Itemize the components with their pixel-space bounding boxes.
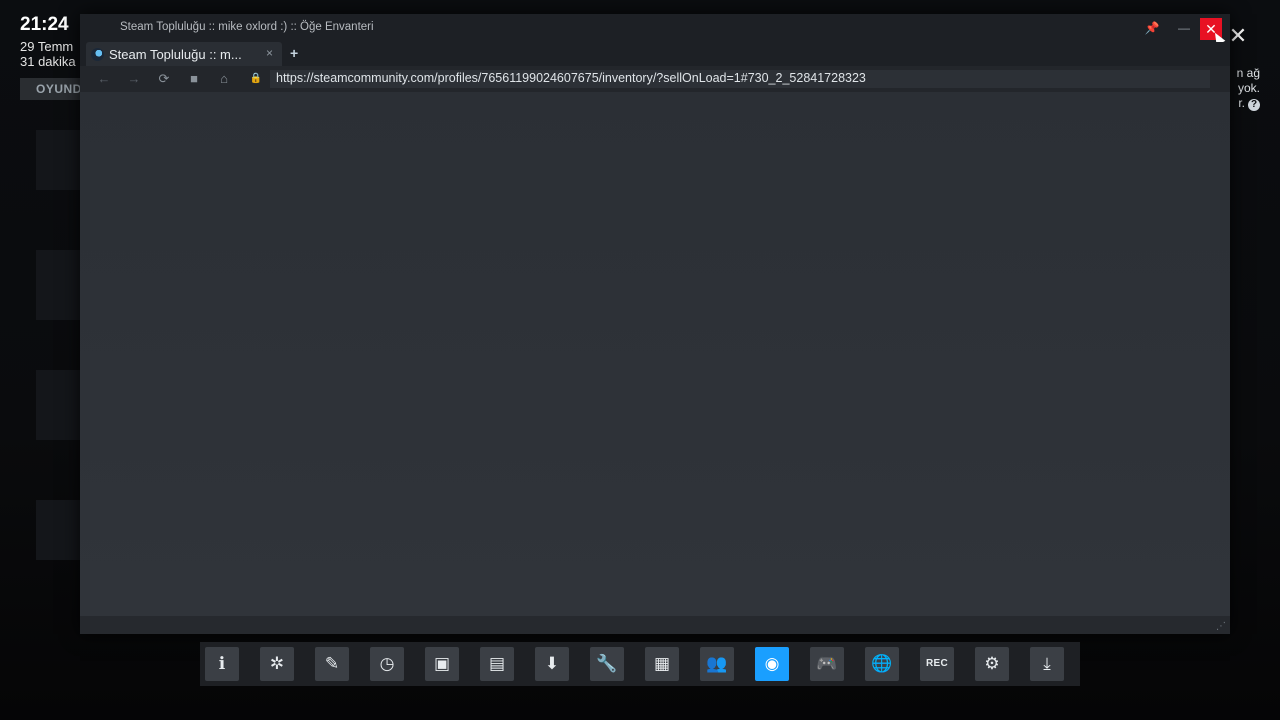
overlay-taskbar: ℹ ✲ ✎ ◷ ▣ ▤ ⬇ 🔧 ▦ 👥 ◉ 🎮 🌐 REC ⚙ ⤓ bbox=[200, 642, 1080, 686]
background-tile bbox=[36, 130, 82, 190]
tab-close-icon[interactable]: × bbox=[266, 46, 273, 60]
pin-icon[interactable]: 📌 bbox=[1140, 18, 1164, 38]
resize-grip-icon[interactable]: ⋰ bbox=[1216, 621, 1226, 632]
background-tile bbox=[36, 500, 82, 560]
browser-eye-icon[interactable]: ◉ bbox=[755, 647, 789, 681]
window-titlebar[interactable]: Steam Topluluğu :: mike oxlord :) :: Öğe… bbox=[80, 14, 1230, 46]
forward-arrow-icon[interactable]: → bbox=[125, 71, 143, 87]
overlay-network-text: n ağ bbox=[1236, 66, 1260, 80]
navigation-bar: ← → ⟳ ■ ⌂ 🔒 https://steamcommunity.com/p… bbox=[80, 66, 1230, 92]
achievements-icon[interactable]: ✲ bbox=[260, 647, 294, 681]
lock-icon: 🔒 bbox=[249, 73, 263, 84]
web-browser-window: Steam Topluluğu :: mike oxlord :) :: Öğe… bbox=[80, 14, 1230, 634]
minimize-button[interactable]: — bbox=[1172, 18, 1196, 38]
notes-icon[interactable]: ✎ bbox=[315, 647, 349, 681]
steam-logo-icon bbox=[91, 48, 104, 61]
guides-icon[interactable]: ▣ bbox=[425, 647, 459, 681]
tab-label: Steam Topluluğu :: m... bbox=[109, 47, 242, 62]
browser-tab[interactable]: Steam Topluluğu :: m... × bbox=[86, 42, 282, 66]
url-bar[interactable]: https://steamcommunity.com/profiles/7656… bbox=[270, 70, 1210, 88]
timer-icon[interactable]: ◷ bbox=[370, 647, 404, 681]
status-bar: ⋰ bbox=[80, 616, 1230, 634]
background-tile bbox=[36, 250, 82, 320]
friends-icon[interactable]: 👥 bbox=[700, 647, 734, 681]
chat-icon[interactable]: ▤ bbox=[480, 647, 514, 681]
overlay-network-text: yok. bbox=[1237, 81, 1260, 95]
new-tab-button[interactable]: + bbox=[290, 45, 298, 61]
info-icon[interactable]: ℹ bbox=[205, 647, 239, 681]
overlay-close-button[interactable]: ✕ bbox=[1228, 25, 1248, 47]
overlay-network-text-end: r. bbox=[1238, 96, 1245, 110]
back-arrow-icon[interactable]: ← bbox=[95, 71, 113, 87]
download-icon[interactable]: ⬇ bbox=[535, 647, 569, 681]
record-icon[interactable]: REC bbox=[920, 647, 954, 681]
overlay-clock: 21:24 bbox=[20, 14, 69, 35]
tab-bar: Steam Topluluğu :: m... × + bbox=[80, 42, 1230, 66]
tools-icon[interactable]: 🔧 bbox=[590, 647, 624, 681]
overlay-network-text: r.? bbox=[1238, 96, 1260, 111]
overlay-date: 29 Temm bbox=[20, 39, 74, 54]
reload-icon[interactable]: ⟳ bbox=[155, 71, 173, 87]
bookmark-icon[interactable]: ■ bbox=[185, 71, 203, 87]
home-icon[interactable]: ⌂ bbox=[215, 71, 233, 87]
window-title: Steam Topluluğu :: mike oxlord :) :: Öğe… bbox=[120, 21, 374, 33]
minimize-overlay-icon[interactable]: ⤓ bbox=[1030, 647, 1064, 681]
background-tile bbox=[36, 370, 82, 440]
help-icon[interactable]: ? bbox=[1248, 99, 1260, 111]
globe-icon[interactable]: 🌐 bbox=[865, 647, 899, 681]
settings-icon[interactable]: ⚙ bbox=[975, 647, 1009, 681]
screenshots-icon[interactable]: ▦ bbox=[645, 647, 679, 681]
overlay-session-time: 31 dakika bbox=[20, 54, 76, 69]
page-content[interactable] bbox=[80, 92, 1230, 616]
controller-icon[interactable]: 🎮 bbox=[810, 647, 844, 681]
